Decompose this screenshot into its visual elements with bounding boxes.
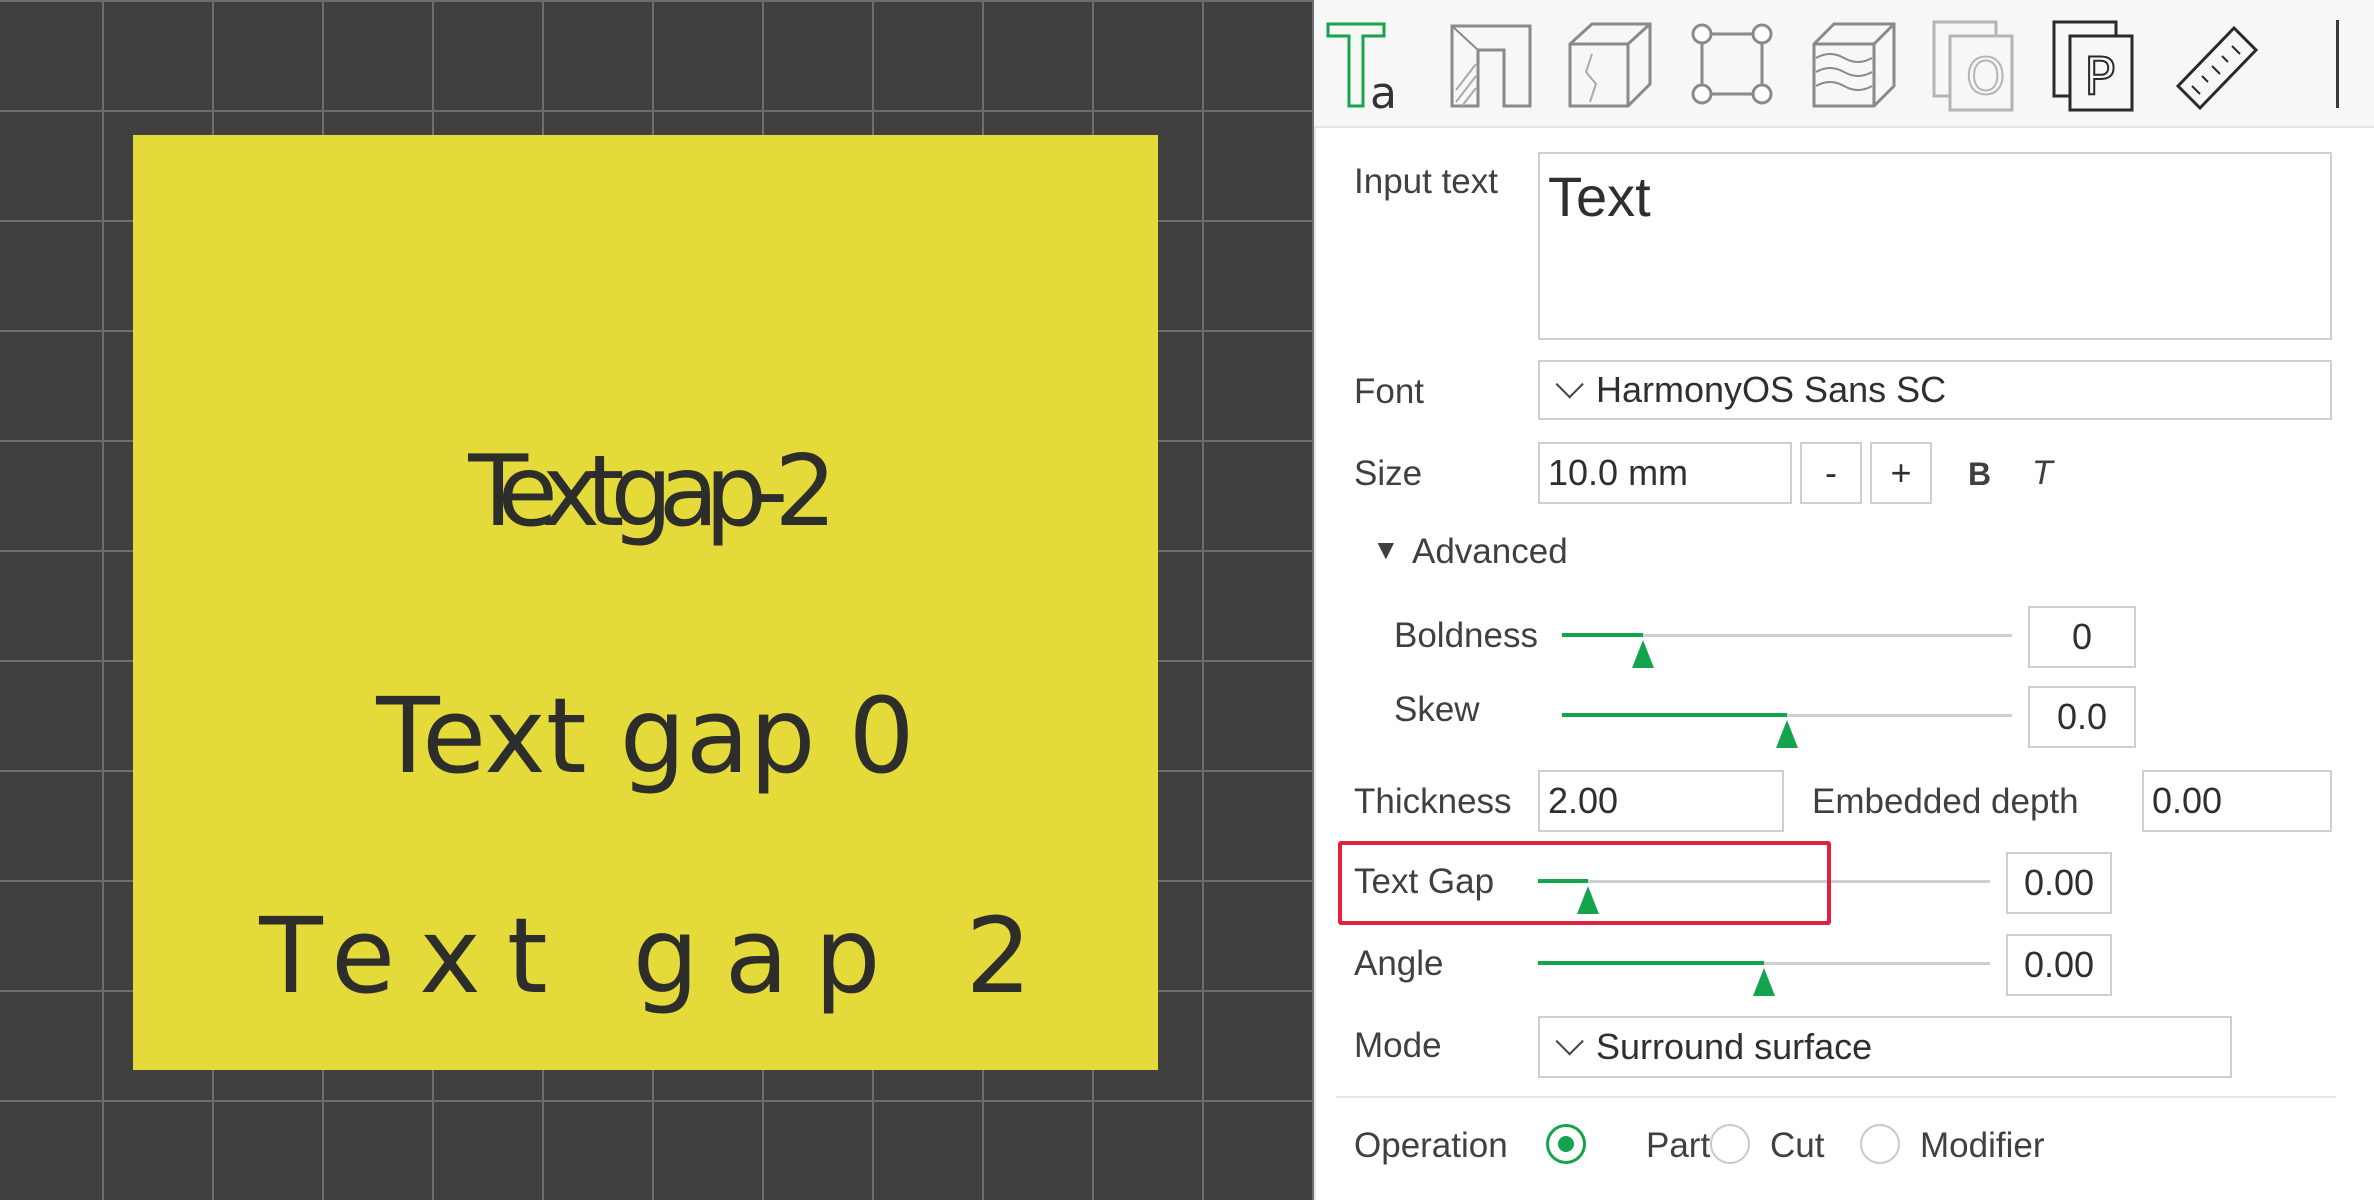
font-select-value: HarmonyOS Sans SC xyxy=(1596,369,1947,410)
boldness-label: Boldness xyxy=(1394,616,1538,655)
skew-slider-fill xyxy=(1562,713,1787,717)
operation-modifier-label[interactable]: Modifier xyxy=(1920,1126,2044,1166)
font-select[interactable]: HarmonyOS Sans SC xyxy=(1538,360,2332,420)
chevron-down-icon xyxy=(1555,370,1584,399)
sample-text-gap-minus-2: Textgap-2 xyxy=(468,435,836,549)
input-text-label: Input text xyxy=(1354,162,1498,201)
operation-cut-label[interactable]: Cut xyxy=(1770,1126,1824,1166)
mode-select[interactable]: Surround surface xyxy=(1538,1016,2232,1078)
angle-slider-thumb[interactable] xyxy=(1753,968,1775,996)
skew-input[interactable]: 0.0 xyxy=(2028,686,2136,748)
chevron-down-icon xyxy=(1555,1027,1584,1056)
embedded-depth-label: Embedded depth xyxy=(1812,782,2079,821)
boldness-slider-thumb[interactable] xyxy=(1632,640,1654,668)
embedded-depth-input[interactable]: 0.00 xyxy=(2142,770,2332,832)
advanced-label[interactable]: Advanced xyxy=(1412,532,1568,572)
sample-text-gap-2: Text gap 2 xyxy=(259,895,1058,1017)
svg-text:P: P xyxy=(2084,47,2115,107)
bounding-box-icon[interactable] xyxy=(1684,14,1780,114)
svg-text:a: a xyxy=(1370,68,1397,114)
size-label: Size xyxy=(1354,454,1423,493)
skew-slider-thumb[interactable] xyxy=(1776,720,1798,748)
mode-select-value: Surround surface xyxy=(1596,1026,1873,1067)
operation-label: Operation xyxy=(1354,1126,1508,1165)
text-gap-input[interactable]: 0.00 xyxy=(2006,852,2112,914)
svg-text:O: O xyxy=(1966,48,2005,106)
text-properties-panel: a O P Input text Text Font HarmonyOS San… xyxy=(1314,0,2374,1200)
skew-label: Skew xyxy=(1394,690,1480,729)
size-decrease-button[interactable]: - xyxy=(1800,442,1862,504)
boldness-slider-fill xyxy=(1562,633,1643,637)
operation-modifier-radio[interactable] xyxy=(1860,1124,1900,1164)
italic-button[interactable]: T xyxy=(2032,454,2053,493)
angle-slider-fill xyxy=(1538,961,1764,965)
toolbar: a O P xyxy=(1314,0,2374,128)
3d-viewport[interactable]: Textgap-2 Text gap 0 Text gap 2 xyxy=(0,0,1314,1200)
angle-label: Angle xyxy=(1354,944,1444,983)
advanced-collapse-icon[interactable]: ▼ xyxy=(1372,534,1400,566)
copy-icon[interactable]: O xyxy=(1926,14,2022,114)
operation-part-radio[interactable] xyxy=(1546,1124,1586,1164)
input-text-field[interactable]: Text xyxy=(1538,152,2332,340)
layers-icon[interactable] xyxy=(1806,14,1902,114)
paste-icon[interactable]: P xyxy=(2046,14,2142,114)
toolbar-separator xyxy=(2336,20,2339,108)
divider xyxy=(1336,1096,2336,1098)
cube-icon[interactable] xyxy=(1562,14,1658,114)
thickness-input[interactable]: 2.00 xyxy=(1538,770,1784,832)
operation-part-label[interactable]: Part xyxy=(1646,1126,1710,1166)
thickness-label: Thickness xyxy=(1354,782,1512,821)
bold-button[interactable]: B xyxy=(1968,456,1991,493)
text-plate[interactable]: Textgap-2 Text gap 0 Text gap 2 xyxy=(133,135,1158,1070)
ruler-icon[interactable] xyxy=(2168,14,2264,114)
size-increase-button[interactable]: + xyxy=(1870,442,1932,504)
properties-form: Input text Text Font HarmonyOS Sans SC S… xyxy=(1314,128,2374,1200)
text-gap-highlight xyxy=(1338,841,1831,925)
sample-text-gap-0: Text gap 0 xyxy=(376,675,915,797)
size-input[interactable]: 10.0 mm xyxy=(1538,442,1792,504)
mode-label: Mode xyxy=(1354,1026,1442,1065)
angle-input[interactable]: 0.00 xyxy=(2006,934,2112,996)
font-label: Font xyxy=(1354,372,1425,411)
cross-section-icon[interactable] xyxy=(1442,14,1538,114)
operation-cut-radio[interactable] xyxy=(1710,1124,1750,1164)
boldness-input[interactable]: 0 xyxy=(2028,606,2136,668)
text-tool-icon[interactable]: a xyxy=(1322,14,1418,119)
